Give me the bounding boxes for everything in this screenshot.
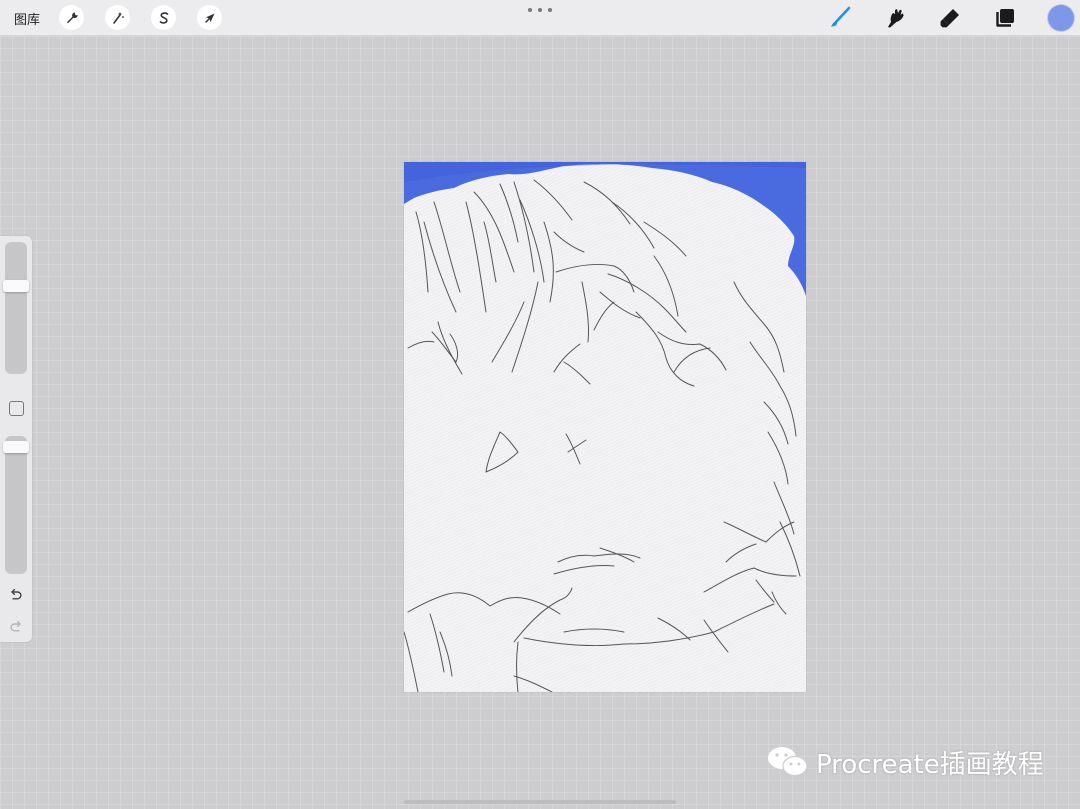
undo-icon <box>11 588 22 600</box>
paint-tool-button[interactable] <box>827 5 853 31</box>
selection-button[interactable] <box>151 5 176 30</box>
more-options-handle[interactable] <box>528 6 552 14</box>
undo-button[interactable] <box>7 586 25 604</box>
redo-icon <box>10 620 21 632</box>
left-sidebar <box>0 236 32 642</box>
wrench-icon <box>66 12 78 23</box>
dot-icon <box>538 8 542 12</box>
actions-button[interactable] <box>59 5 84 30</box>
home-indicator <box>404 800 676 804</box>
gallery-button[interactable]: 图库 <box>14 9 40 28</box>
modify-button[interactable] <box>9 401 24 416</box>
transform-button[interactable] <box>197 5 222 30</box>
smudge-tool-button[interactable] <box>882 5 908 31</box>
layers-icon <box>996 9 1014 27</box>
eraser-icon <box>940 9 959 28</box>
color-picker-button[interactable] <box>1048 5 1074 31</box>
opacity-thumb[interactable] <box>3 441 29 453</box>
smudge-icon <box>888 9 904 28</box>
brush-icon <box>831 6 851 27</box>
layers-button[interactable] <box>992 5 1018 31</box>
dot-icon <box>528 8 532 12</box>
selection-s-icon <box>159 11 168 24</box>
erase-tool-button[interactable] <box>937 5 963 31</box>
magic-wand-icon <box>112 11 124 24</box>
opacity-slider[interactable] <box>5 436 27 574</box>
watermark: Procreate插画教程 <box>766 742 1044 782</box>
watermark-text: Procreate插画教程 <box>816 749 1044 780</box>
drawing-canvas[interactable] <box>404 162 806 692</box>
brush-size-slider[interactable] <box>5 242 27 374</box>
dot-icon <box>548 8 552 12</box>
redo-button[interactable] <box>7 618 25 636</box>
top-toolbar: 图库 <box>0 0 1080 36</box>
wechat-icon <box>768 747 808 777</box>
sketch-artwork <box>404 162 806 692</box>
adjustments-button[interactable] <box>105 5 130 30</box>
brush-size-thumb[interactable] <box>3 280 29 292</box>
sky-fill <box>404 162 806 296</box>
arrow-cursor-icon <box>204 13 214 23</box>
